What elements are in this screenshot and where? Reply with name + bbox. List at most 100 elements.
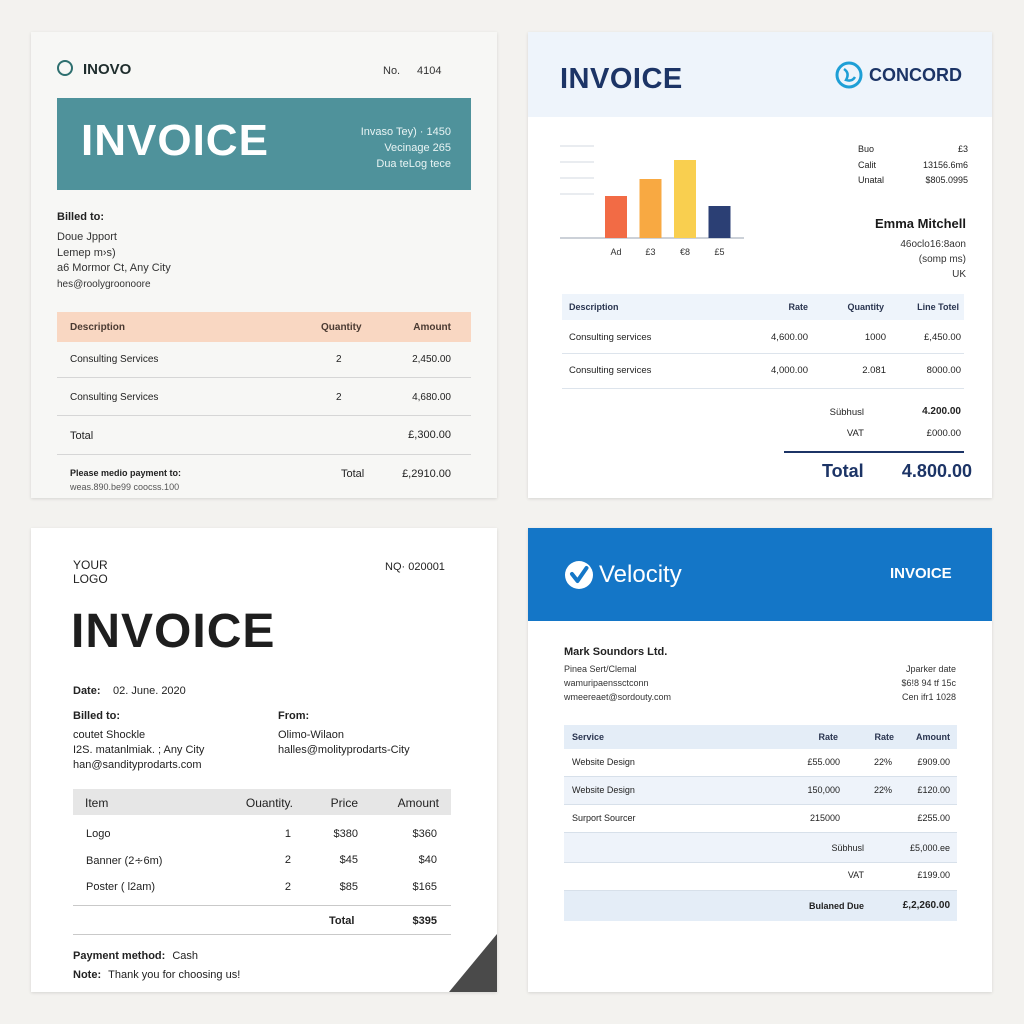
subtotal-value: £5,000.ee: [909, 843, 950, 853]
row-divider: [562, 353, 964, 354]
row-price: $45: [339, 854, 358, 866]
billed-to-label: Billed to:: [73, 710, 121, 722]
row-quantity: 1000: [864, 332, 886, 343]
address-line: Pinea Sert/Clemal: [564, 664, 637, 674]
chart-tick-label: €8: [680, 247, 690, 257]
subtotal-value: 4.200.00: [922, 406, 961, 417]
invoice-title: INVOICE: [560, 63, 683, 95]
billed-to-label: Billed to:: [57, 211, 105, 223]
row-amount: £255.00: [917, 813, 950, 823]
address-line: (somp ms): [918, 254, 966, 265]
row-divider: [57, 454, 471, 455]
meta-line: $6!8 94 tf 15c: [901, 678, 956, 688]
chart-bar: [708, 206, 731, 238]
row-description: Consulting Services: [70, 392, 159, 403]
subtotal-label: Sübhusl: [831, 843, 864, 853]
row-amount: 2,450.00: [412, 354, 451, 365]
row-divider: [564, 862, 957, 863]
column-quantity: Quantity: [321, 322, 362, 333]
meta-line: Cen ifr1 1028: [901, 692, 956, 702]
row-total: 8000.00: [926, 365, 961, 376]
note-label: Note:: [73, 969, 102, 981]
invoice-meta: Buo £3 Calit 13156.6m6 Unatal $805.0995: [858, 142, 968, 189]
row-rate: 215000: [809, 813, 840, 823]
invoice-title: INVOICE: [81, 116, 269, 165]
meta-row: Buo £3: [858, 142, 968, 158]
meta-row: Unatal $805.0995: [858, 173, 968, 189]
row-service: Surport Sourcer: [572, 813, 636, 823]
chart-bar: [674, 160, 696, 238]
payment-method: Payment method: Cash: [73, 950, 198, 962]
row-rate: £55.000: [807, 757, 840, 767]
column-amount: Amount: [916, 732, 950, 742]
total-value: $395: [412, 915, 437, 927]
meta-value: £3: [957, 144, 968, 154]
vat-value: £000.00: [926, 428, 961, 439]
row-percent: 22%: [873, 785, 892, 795]
total-label: Total: [329, 915, 355, 927]
row-service: Website Design: [572, 785, 635, 795]
row-description: Consulting services: [569, 332, 652, 343]
meta-label: Calit: [858, 159, 877, 170]
row-quantity: 2: [284, 854, 291, 866]
column-rate-2: Rate: [874, 732, 894, 742]
row-item: Logo: [86, 828, 111, 840]
invoice-number-label: No.: [383, 65, 401, 77]
address-line: I2S. matanlmiak. ; Any City: [73, 744, 205, 756]
invoice-meta: Jparker date $6!8 94 tf 15c Cen ifr1 102…: [848, 662, 956, 704]
brand-name: INOVO: [83, 61, 132, 78]
total-value: £,300.00: [408, 429, 451, 441]
logo-line: LOGO: [73, 572, 108, 586]
column-description: Description: [569, 302, 619, 312]
address-line: UK: [952, 269, 966, 280]
column-quantity: Quantity: [847, 302, 884, 312]
company-name: Mark Soundors Ltd.: [564, 646, 668, 658]
logo-placeholder: YOUR LOGO: [73, 558, 108, 586]
address-line: wamuripaenssctconn: [564, 678, 649, 688]
row-quantity: 1: [284, 828, 291, 840]
row-item: Banner (2∻6m): [86, 855, 163, 867]
row-divider: [73, 934, 451, 935]
row-divider: [73, 905, 451, 906]
invoice-meta: Invaso Tey) · 1450 Vecinage 265 Dua teLo…: [321, 124, 451, 172]
vat-value: £199.00: [917, 870, 950, 880]
balance-due-value: £,2,260.00: [902, 900, 950, 911]
row-quantity: 2: [336, 392, 342, 403]
chart-tick-label: Ad: [610, 247, 621, 257]
company-address: Pinea Sert/Clemal wamuripaenssctconn wme…: [564, 662, 671, 704]
bar-chart: Ad £3 €8 £5: [560, 145, 744, 257]
invoice-card-velocity: Velocity INVOICE Mark Soundors Ltd. Pine…: [528, 528, 992, 992]
brand-name: Velocity: [599, 561, 682, 588]
row-quantity: 2: [336, 354, 342, 365]
row-description: Consulting Services: [70, 354, 159, 365]
chart-bar: [639, 179, 662, 238]
chart-tick-label: £5: [714, 247, 724, 257]
payment-value: Cash: [172, 950, 199, 962]
column-service: Service: [572, 732, 605, 742]
billed-to-address: coutet Shockle I2S. matanlmiak. ; Any Ci…: [73, 728, 204, 773]
invoice-number: NQ· 020001: [385, 561, 445, 573]
total-label: Total: [70, 430, 94, 442]
total-label: Total: [822, 461, 864, 481]
column-amount: Amount: [397, 796, 439, 810]
column-price: Price: [330, 796, 358, 810]
row-service: Website Design: [572, 757, 635, 767]
row-divider: [57, 377, 471, 378]
payment-label: Please medio payment to:: [70, 468, 182, 478]
invoice-card-inovo: INOVO No. 4104 INVOICE Invaso Tey) · 145…: [31, 32, 497, 498]
subtotal-label: Sübhusl: [829, 407, 864, 418]
address-line: Doue Jpport: [57, 231, 117, 243]
meta-value: $805.0995: [925, 175, 968, 185]
email: halles@molityprodarts-City: [278, 744, 410, 756]
row-description: Consulting services: [569, 365, 652, 376]
row-amount: 4,680.00: [412, 392, 451, 403]
payment-detail: weas.890.be99 coocss.100: [70, 482, 180, 492]
row-amount: £120.00: [917, 785, 950, 795]
row-amount: $165: [412, 881, 437, 893]
note: Note: Thank you for choosing us!: [73, 969, 240, 981]
row-quantity: 2: [284, 881, 291, 893]
meta-line: Invaso Tey) · 1450: [360, 126, 451, 138]
row-percent: 22%: [873, 757, 892, 767]
from-address: Olimo-Wilaon halles@molityprodarts-City: [278, 728, 410, 758]
client-name: Emma Mitchell: [874, 216, 966, 231]
